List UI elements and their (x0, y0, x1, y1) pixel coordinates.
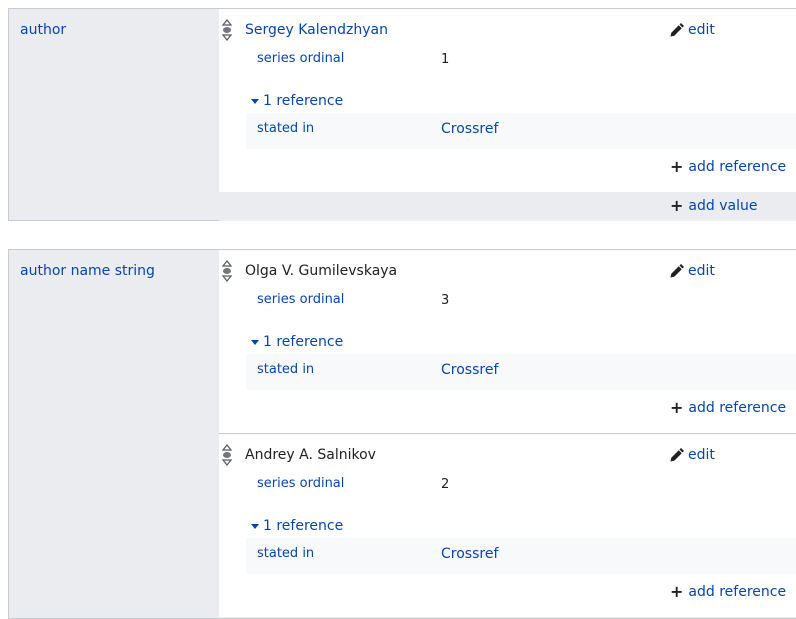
add-reference-button[interactable]: + add reference (670, 582, 787, 601)
qualifier-property[interactable]: series ordinal (257, 476, 344, 491)
plus-icon: + (670, 196, 684, 215)
qualifier-value: 2 (441, 477, 450, 492)
add-value-button[interactable]: + add value (670, 196, 758, 215)
property-label-author[interactable]: author (20, 22, 66, 38)
statement-list: Olga V. Gumilevskaya edit series ordinal… (219, 250, 796, 617)
qualifier-property[interactable]: series ordinal (257, 292, 344, 307)
qualifier-value: 3 (441, 293, 450, 308)
add-reference-button[interactable]: + add reference (670, 398, 787, 417)
references-toggle-label: 1 reference (263, 93, 344, 109)
add-reference-button[interactable]: + add reference (670, 157, 787, 176)
reference-value[interactable]: Crossref (441, 362, 498, 378)
reference-property[interactable]: stated in (257, 362, 314, 377)
edit-label: edit (688, 22, 715, 38)
pencil-icon (670, 447, 684, 461)
references-toggle[interactable]: 1 reference (251, 93, 343, 109)
statement-value[interactable]: Sergey Kalendzhyan (245, 22, 388, 38)
normal-rank-icon[interactable] (222, 19, 232, 41)
references-toggle-label: 1 reference (263, 518, 344, 534)
edit-link[interactable]: edit (669, 263, 715, 279)
plus-icon: + (670, 157, 684, 176)
normal-rank-icon[interactable] (222, 260, 232, 282)
edit-link[interactable]: edit (669, 447, 715, 463)
reference: stated in Crossref (246, 113, 796, 149)
edit-label: edit (688, 447, 715, 463)
qualifier-property[interactable]: series ordinal (257, 51, 344, 66)
reference-value[interactable]: Crossref (441, 121, 498, 137)
reference-property[interactable]: stated in (257, 121, 314, 136)
statement: Olga V. Gumilevskaya edit series ordinal… (219, 250, 796, 433)
add-value-label: add value (688, 198, 758, 214)
reference: stated in Crossref (246, 538, 796, 574)
pencil-icon (670, 263, 684, 277)
references-toggle[interactable]: 1 reference (251, 518, 343, 534)
references-toggle[interactable]: 1 reference (251, 334, 343, 350)
triangle-down-icon (251, 339, 259, 345)
statement-value: Olga V. Gumilevskaya (245, 263, 398, 279)
reference-property[interactable]: stated in (257, 546, 314, 561)
statement: Andrey A. Salnikov edit series ordinal 2… (219, 433, 796, 617)
references-toggle-label: 1 reference (263, 334, 344, 350)
add-reference-label: add reference (688, 400, 787, 416)
statement-group-author: author Sergey Kalendzhyan edit series or… (8, 8, 796, 221)
add-reference-label: add reference (688, 159, 787, 175)
pencil-icon (670, 22, 684, 36)
add-reference-label: add reference (688, 584, 787, 600)
plus-icon: + (670, 398, 684, 417)
statement: Sergey Kalendzhyan edit series ordinal 1… (219, 9, 796, 192)
normal-rank-icon[interactable] (222, 444, 232, 466)
edit-label: edit (688, 263, 715, 279)
reference: stated in Crossref (246, 354, 796, 390)
triangle-down-icon (251, 98, 259, 104)
plus-icon: + (670, 582, 684, 601)
statement-list: Sergey Kalendzhyan edit series ordinal 1… (219, 9, 796, 192)
edit-link[interactable]: edit (669, 22, 715, 38)
triangle-down-icon (251, 523, 259, 529)
add-value-bar: + add value (219, 192, 796, 221)
property-label-author-name-string[interactable]: author name string (20, 263, 155, 279)
statement-group-author-name-string: author name string Olga V. Gumilevskaya … (8, 249, 796, 619)
reference-value[interactable]: Crossref (441, 546, 498, 562)
qualifier-value: 1 (441, 52, 450, 67)
statement-value: Andrey A. Salnikov (245, 447, 376, 463)
